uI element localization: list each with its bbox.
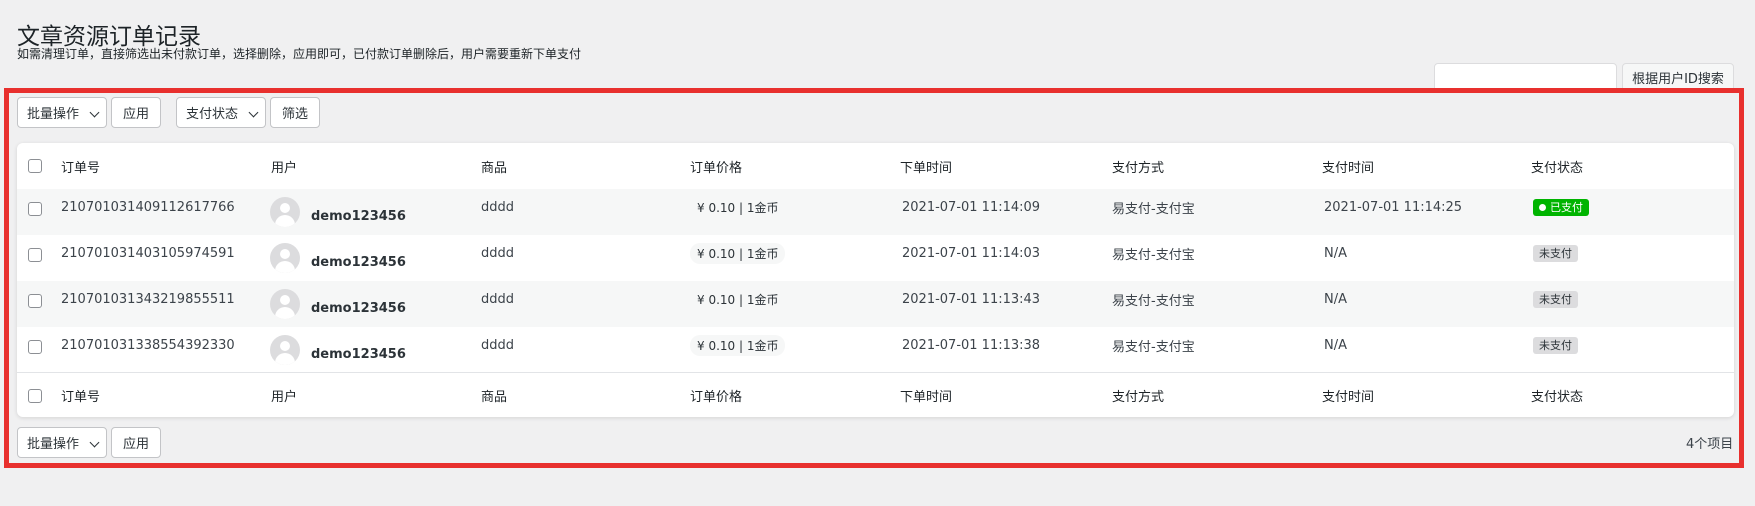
pay-time: N/A	[1324, 291, 1347, 307]
chevron-down-icon	[89, 437, 100, 448]
column-footer-pay-status[interactable]: 支付状态	[1531, 373, 1583, 417]
row-checkbox[interactable]	[28, 248, 42, 262]
order-price: ¥ 0.10 | 1金币	[690, 334, 786, 356]
status-badge-paid: 已支付	[1533, 198, 1589, 216]
column-header-order-no[interactable]: 订单号	[61, 143, 100, 189]
column-footer-pay-time[interactable]: 支付时间	[1322, 373, 1374, 417]
item-count: 4个项目	[1686, 437, 1734, 452]
row-checkbox[interactable]	[28, 202, 42, 216]
table-row: 210701031343219855511 demo123456 dddd ¥ …	[17, 281, 1734, 327]
column-footer-order-no[interactable]: 订单号	[61, 373, 100, 417]
pay-method: 易支付-支付宝	[1112, 247, 1195, 263]
column-footer-price[interactable]: 订单价格	[690, 373, 742, 417]
product: dddd	[481, 337, 515, 353]
order-price: ¥ 0.10 | 1金币	[690, 196, 786, 218]
column-footer-order-time[interactable]: 下单时间	[900, 373, 952, 417]
username: demo123456	[311, 208, 406, 224]
pay-method: 易支付-支付宝	[1112, 201, 1195, 217]
pay-method: 易支付-支付宝	[1112, 339, 1195, 355]
order-time: 2021-07-01 11:13:43	[902, 291, 1041, 307]
user-avatar	[270, 197, 300, 227]
pay-time: N/A	[1324, 245, 1347, 261]
user-avatar	[270, 243, 300, 273]
row-checkbox[interactable]	[28, 294, 42, 308]
order-no: 210701031343219855511	[61, 291, 235, 307]
column-footer-user[interactable]: 用户	[271, 373, 297, 417]
chevron-down-icon	[248, 107, 259, 118]
column-header-product[interactable]: 商品	[481, 143, 507, 189]
table-row: 210701031338554392330 demo123456 dddd ¥ …	[17, 327, 1734, 373]
user-avatar	[270, 289, 300, 319]
order-no: 210701031338554392330	[61, 337, 235, 353]
order-time: 2021-07-01 11:14:03	[902, 245, 1041, 261]
pay-method: 易支付-支付宝	[1112, 293, 1195, 309]
pay-time: 2021-07-01 11:14:25	[1324, 199, 1463, 215]
pay-time: N/A	[1324, 337, 1347, 353]
column-footer-product[interactable]: 商品	[481, 373, 507, 417]
username: demo123456	[311, 346, 406, 362]
status-badge-unpaid: 未支付	[1533, 336, 1578, 354]
product: dddd	[481, 245, 515, 261]
table-footer-row: 订单号 用户 商品 订单价格 下单时间 支付方式 支付时间 支付状态	[17, 372, 1734, 417]
chevron-down-icon	[89, 107, 100, 118]
select-all-checkbox-footer[interactable]	[28, 389, 42, 403]
bulk-action-select-bottom[interactable]: 批量操作	[17, 427, 107, 458]
apply-button-top[interactable]: 应用	[111, 97, 161, 128]
orders-table: 订单号 用户 商品 订单价格 下单时间 支付方式 支付时间 支付状态 21070…	[17, 143, 1734, 417]
status-badge-unpaid: 未支付	[1533, 244, 1578, 262]
column-header-price[interactable]: 订单价格	[690, 143, 742, 189]
bulk-action-label: 批量操作	[27, 107, 80, 122]
order-price: ¥ 0.10 | 1金币	[690, 288, 786, 310]
table-header-row: 订单号 用户 商品 订单价格 下单时间 支付方式 支付时间 支付状态	[17, 143, 1734, 189]
product: dddd	[481, 199, 515, 215]
select-all-checkbox[interactable]	[28, 159, 42, 173]
order-no: 210701031409112617766	[61, 199, 235, 215]
order-time: 2021-07-01 11:13:38	[902, 337, 1041, 353]
status-dot-icon	[1539, 203, 1546, 211]
row-checkbox[interactable]	[28, 340, 42, 354]
order-no: 210701031403105974591	[61, 245, 235, 261]
pay-status-filter-label: 支付状态	[186, 107, 239, 122]
user-avatar	[270, 335, 300, 365]
product: dddd	[481, 291, 515, 307]
bulk-action-label: 批量操作	[27, 437, 80, 452]
pay-status-filter-select[interactable]: 支付状态	[176, 97, 266, 128]
column-header-order-time[interactable]: 下单时间	[900, 143, 952, 189]
table-row: 210701031403105974591 demo123456 dddd ¥ …	[17, 235, 1734, 281]
apply-button-bottom[interactable]: 应用	[111, 427, 161, 458]
username: demo123456	[311, 254, 406, 270]
column-header-user[interactable]: 用户	[271, 143, 297, 189]
order-time: 2021-07-01 11:14:09	[902, 199, 1041, 215]
column-header-pay-method[interactable]: 支付方式	[1112, 143, 1164, 189]
order-price: ¥ 0.10 | 1金币	[690, 242, 786, 264]
status-badge-unpaid: 未支付	[1533, 290, 1578, 308]
username: demo123456	[311, 300, 406, 316]
page-description: 如需清理订单，直接筛选出未付款订单，选择删除，应用即可，已付款订单删除后，用户需…	[17, 47, 582, 61]
bulk-action-select-top[interactable]: 批量操作	[17, 97, 107, 128]
column-footer-pay-method[interactable]: 支付方式	[1112, 373, 1164, 417]
filter-button[interactable]: 筛选	[270, 97, 320, 128]
column-header-pay-status[interactable]: 支付状态	[1531, 143, 1583, 189]
column-header-pay-time[interactable]: 支付时间	[1322, 143, 1374, 189]
table-row: 210701031409112617766 demo123456 dddd ¥ …	[17, 189, 1734, 235]
